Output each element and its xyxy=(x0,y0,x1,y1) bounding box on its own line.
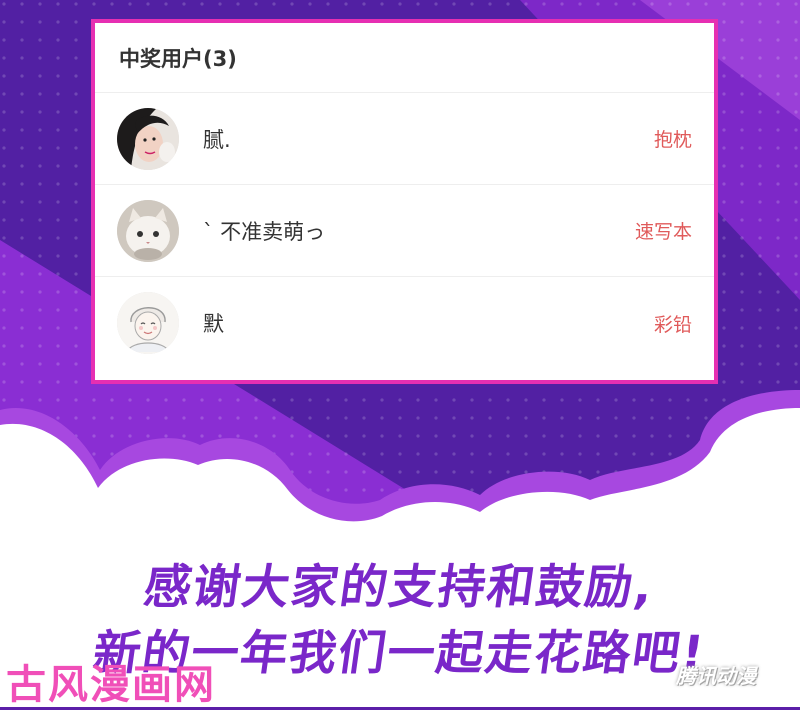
winner-name: 腻. xyxy=(203,127,231,152)
winners-title: 中奖用户(3) xyxy=(119,46,237,71)
girl-portrait-icon xyxy=(117,107,179,170)
winner-prize: 抱枕 xyxy=(653,129,692,151)
winner-row: 腻. 抱枕 xyxy=(95,93,714,185)
watermark-left: 古风漫画网 xyxy=(6,662,216,708)
winner-row: ˋ 不准卖萌っ 速写本 xyxy=(95,185,714,277)
winner-prize: 速写本 xyxy=(634,221,692,243)
anime-girl-sketch-icon xyxy=(117,292,179,354)
winners-header: 中奖用户(3) xyxy=(95,23,714,93)
thanks-line-1: 感谢大家的支持和鼓励, xyxy=(140,560,659,615)
winner-row: 默 彩铅 xyxy=(95,277,714,369)
winner-name: ˋ 不准卖萌っ xyxy=(203,219,326,244)
winner-prize: 彩铅 xyxy=(653,313,692,336)
winner-name: 默 xyxy=(203,312,224,336)
white-cat-icon xyxy=(117,199,179,262)
watermark-right: 腾讯动漫 xyxy=(676,663,756,688)
winners-card: 中奖用户(3) 腻. 抱枕 ˋ 不准卖萌っ 速写本 默 彩铅 xyxy=(91,19,718,384)
